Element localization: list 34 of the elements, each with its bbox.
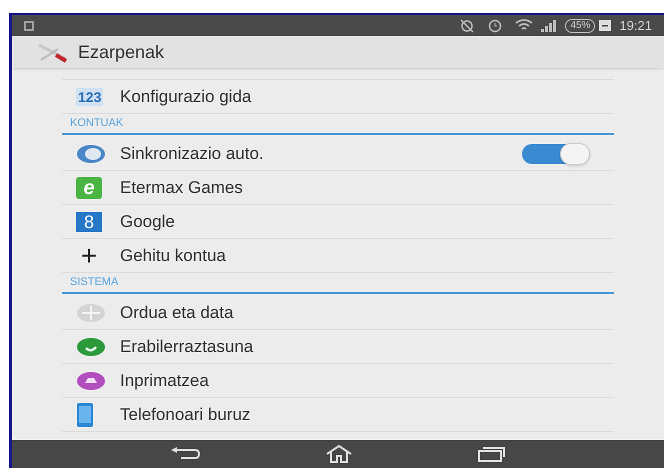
alarm-icon [487,18,504,32]
setting-label[interactable]: Sinkronizazio auto. [120,140,522,166]
notification-icon [24,20,34,30]
setting-label[interactable]: Konfigurazio gida [120,84,614,110]
section-header: KONTUAK [69,116,124,130]
hand-icon [76,336,106,356]
signal-icon [541,20,558,32]
sync-icon [76,144,106,164]
setting-label[interactable]: Erabilerraztasuna [120,334,614,360]
wifi-icon [515,19,534,32]
add-icon: + [76,244,102,268]
charging-icon [599,20,612,31]
setting-label[interactable]: Ordua eta data [120,300,614,326]
status-time: 19:21 [619,16,652,35]
setting-label[interactable]: Gehitu kontua [120,242,614,268]
recent-apps-icon[interactable] [476,446,507,462]
alarm-off-icon [459,18,476,32]
google-logo-icon: 8 [76,212,102,232]
toggle-switch[interactable] [522,144,590,164]
tools-icon [36,41,70,63]
setting-label[interactable]: Etermax Games [120,174,614,200]
section-header: SISTEMA [69,274,118,290]
phone-icon [76,402,94,428]
setting-label[interactable]: Telefonoari buruz [120,402,614,428]
setting-label[interactable]: Google [120,208,614,234]
home-icon[interactable] [324,445,354,463]
clock-icon [76,302,106,322]
battery-level: 45% [565,18,596,32]
setting-label[interactable]: Inprimatzea [120,368,614,394]
numbers-icon: 123 [76,88,104,106]
back-icon[interactable] [169,446,202,462]
screen-title: Ezarpenak [78,40,164,64]
app-logo-icon: e [76,176,102,198]
printer-icon [76,370,106,390]
